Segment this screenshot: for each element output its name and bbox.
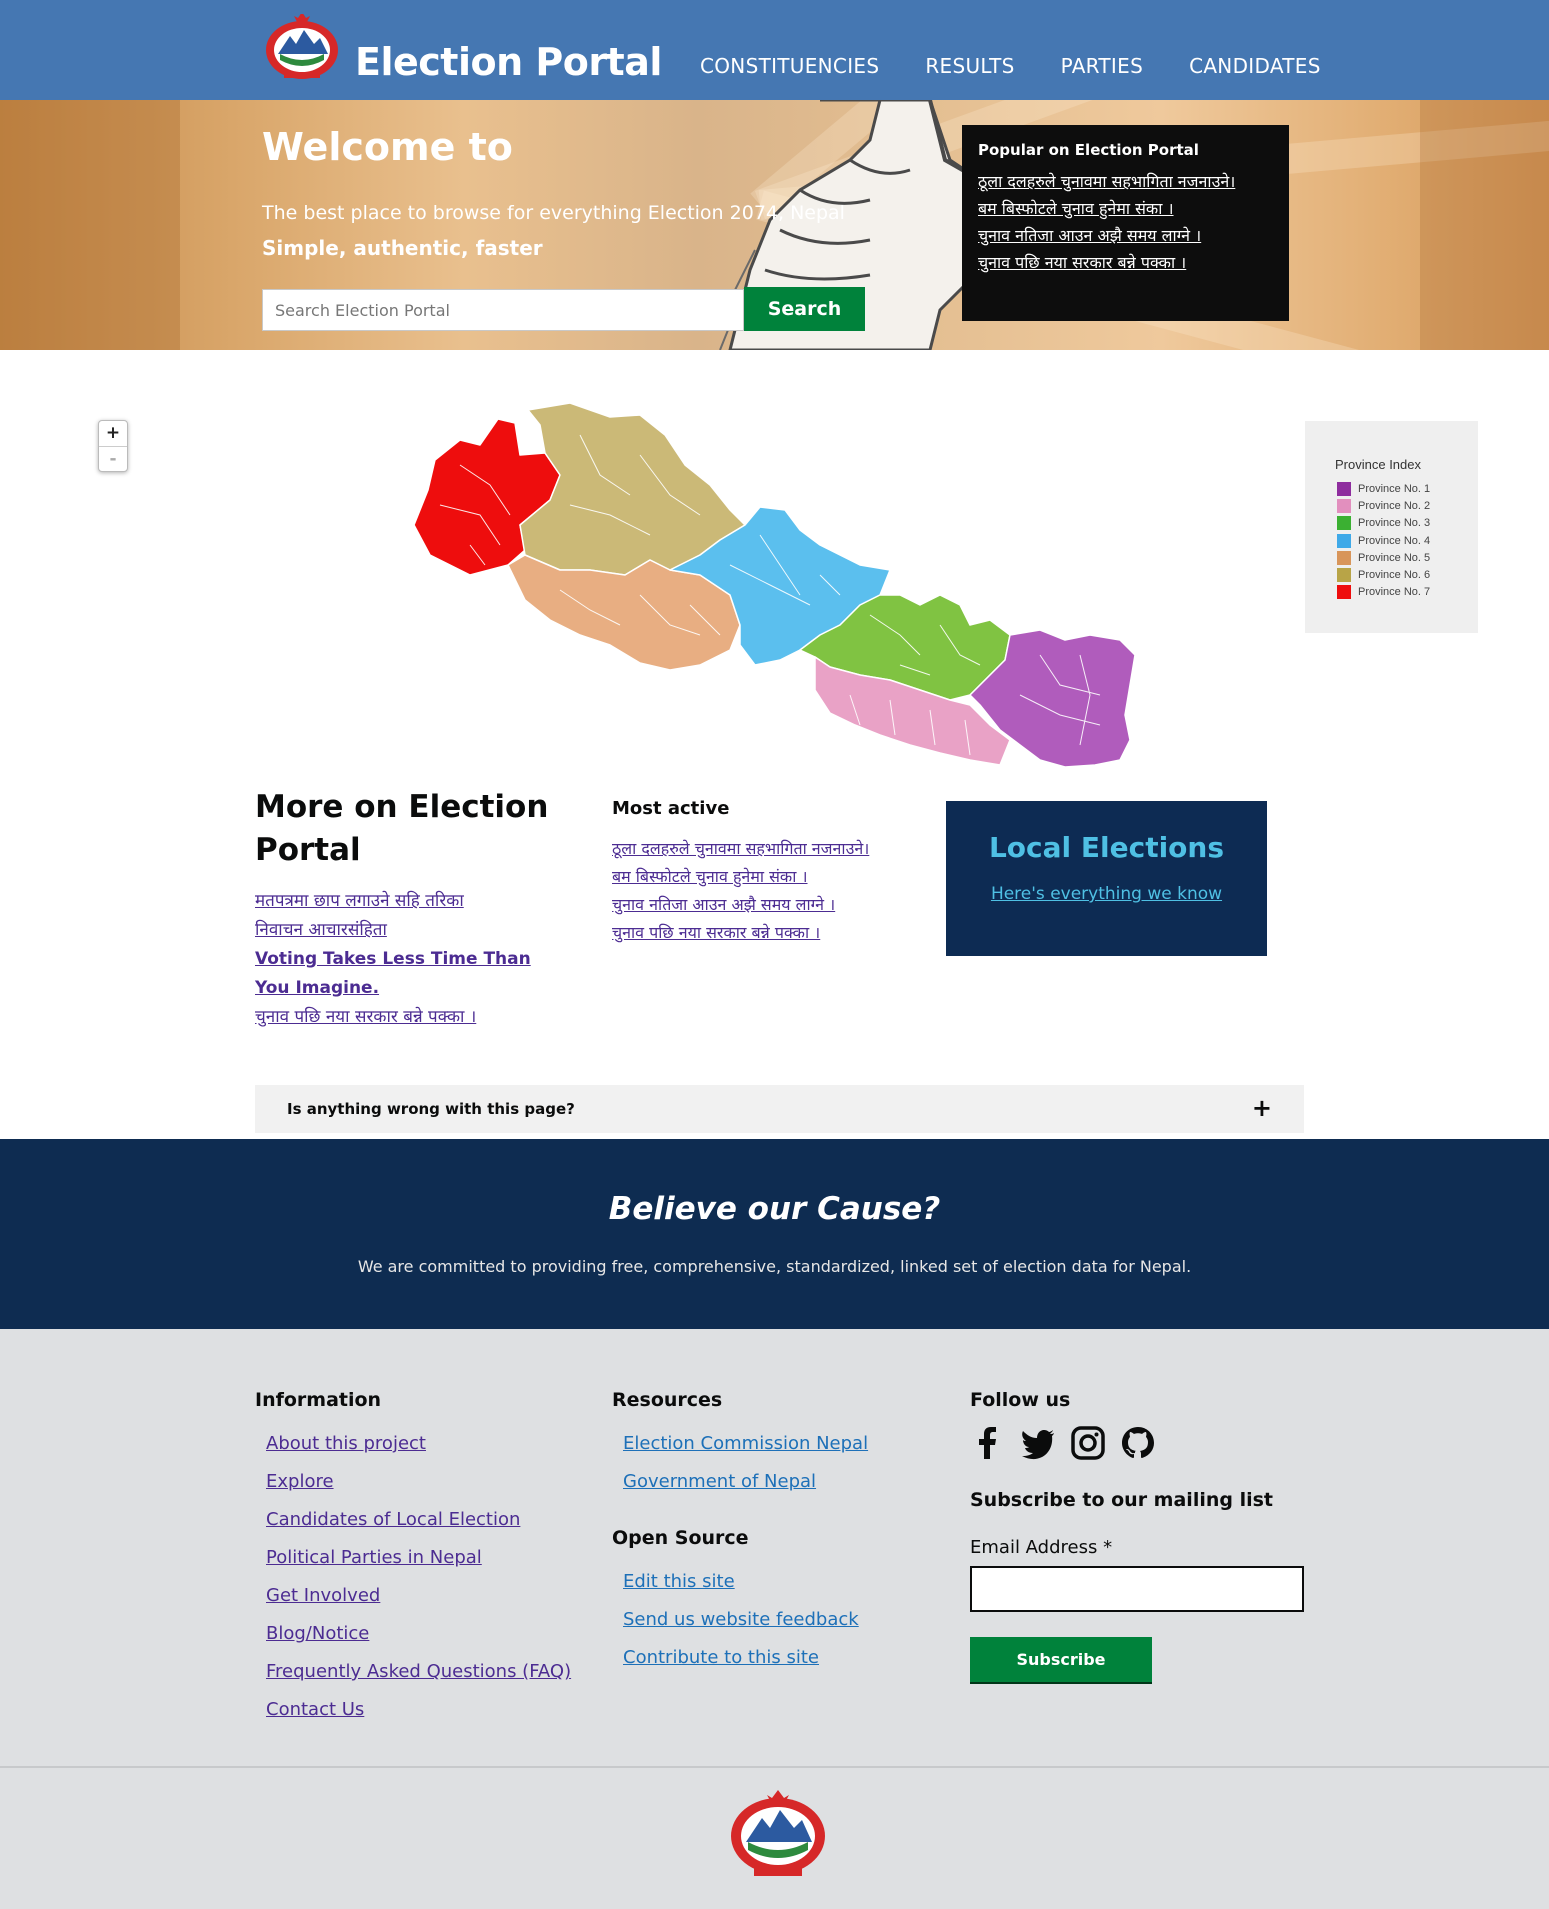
footer-link-blog[interactable]: Blog/Notice — [266, 1615, 571, 1653]
nepal-emblem-logo[interactable] — [262, 14, 342, 82]
legend-item: Province No. 2 — [1337, 497, 1478, 514]
footer-link-get-involved[interactable]: Get Involved — [266, 1577, 571, 1615]
legend-swatch — [1337, 533, 1351, 548]
most-active-link[interactable]: ठूला दलहरुले चुनावमा सहभागिता नजनाउने। — [612, 835, 922, 863]
legend-item: Province No. 3 — [1337, 515, 1478, 532]
legend-item: Province No. 4 — [1337, 532, 1478, 549]
search-button[interactable]: Search — [744, 287, 865, 331]
legend-swatch — [1337, 498, 1351, 513]
footer-resources-title: Resources — [612, 1389, 723, 1411]
more-title: More on Election Portal — [255, 789, 549, 868]
footer-link-candidates[interactable]: Candidates of Local Election — [266, 1501, 571, 1539]
twitter-icon[interactable] — [1020, 1425, 1056, 1461]
footer-link-faq[interactable]: Frequently Asked Questions (FAQ) — [266, 1653, 571, 1691]
legend-label: Province No. 7 — [1358, 586, 1431, 599]
province-legend: Province Index Province No. 1 Province N… — [1305, 421, 1478, 633]
legend-label: Province No. 3 — [1358, 517, 1431, 530]
site-header: Election Portal CONSTITUENCIES RESULTS P… — [0, 0, 1549, 100]
footer-link-parties[interactable]: Political Parties in Nepal — [266, 1539, 571, 1577]
legend-swatch — [1337, 568, 1351, 583]
legend-label: Province No. 1 — [1358, 482, 1431, 495]
email-field[interactable] — [970, 1566, 1304, 1612]
legend-label: Province No. 5 — [1358, 551, 1431, 564]
most-active-link[interactable]: बम बिस्फोटले चुनाव हुनेमा संका । — [612, 863, 922, 891]
popular-link[interactable]: चुनाव नतिजा आउन अझै समय लाग्ने । — [978, 222, 1273, 249]
footer-link-feedback[interactable]: Send us website feedback — [623, 1601, 868, 1639]
footer-information: Information About this project Explore C… — [255, 1389, 571, 1729]
page-feedback-bar[interactable]: Is anything wrong with this page? + — [255, 1085, 1304, 1133]
footer-link-explore[interactable]: Explore — [266, 1463, 571, 1501]
footer-link-government[interactable]: Government of Nepal — [623, 1463, 868, 1501]
nav-results[interactable]: RESULTS — [925, 54, 1014, 78]
local-elections-card: Local Elections Here's everything we kno… — [946, 801, 1267, 956]
most-active-link[interactable]: चुनाव पछि नया सरकार बन्ने पक्का । — [612, 919, 922, 947]
popular-link[interactable]: ठूला दलहरुले चुनावमा सहभागिता नजनाउने। — [978, 168, 1273, 195]
main-nav: CONSTITUENCIES RESULTS PARTIES CANDIDATE… — [700, 54, 1367, 78]
instagram-icon[interactable] — [1070, 1425, 1106, 1461]
footer-link-election-commission[interactable]: Election Commission Nepal — [623, 1425, 868, 1463]
footer-link-edit-site[interactable]: Edit this site — [623, 1563, 868, 1601]
legend-item: Province No. 1 — [1337, 480, 1478, 497]
hero-tagline: Simple, authentic, faster — [262, 236, 543, 260]
popular-box: Popular on Election Portal ठूला दलहरुले … — [962, 125, 1289, 321]
nav-candidates[interactable]: CANDIDATES — [1189, 54, 1321, 78]
subscribe-button[interactable]: Subscribe — [970, 1637, 1152, 1682]
legend-label: Province No. 6 — [1358, 569, 1431, 582]
more-link[interactable]: Voting Takes Less Time Than You Imagine. — [255, 945, 555, 1003]
legend-swatch — [1337, 585, 1351, 600]
most-active-links: ठूला दलहरुले चुनावमा सहभागिता नजनाउने। ब… — [612, 835, 922, 947]
more-links: मतपत्रमा छाप लगाउने सहि तरिका निवाचन आचा… — [255, 887, 555, 1032]
legend-swatch — [1337, 550, 1351, 565]
footer-follow-title: Follow us — [970, 1389, 1071, 1411]
cause-title: Believe our Cause? — [608, 1191, 941, 1227]
feedback-label: Is anything wrong with this page? — [287, 1100, 575, 1118]
footer-divider — [0, 1766, 1549, 1768]
footer-link-contact[interactable]: Contact Us — [266, 1691, 571, 1729]
legend-item: Province No. 6 — [1337, 566, 1478, 583]
zoom-out-button[interactable]: - — [99, 446, 127, 471]
footer-resources: Resources Election Commission Nepal Gove… — [612, 1389, 868, 1677]
zoom-in-button[interactable]: + — [99, 421, 127, 446]
local-elections-title: Local Elections — [988, 831, 1225, 864]
footer-open-source-title: Open Source — [612, 1527, 749, 1549]
legend-swatch — [1337, 481, 1351, 496]
social-icons — [970, 1425, 1304, 1461]
popular-link[interactable]: बम बिस्फोटले चुनाव हुनेमा संका । — [978, 195, 1273, 222]
more-link[interactable]: मतपत्रमा छाप लगाउने सहि तरिका — [255, 887, 555, 916]
cause-banner: Believe our Cause? We are committed to p… — [0, 1139, 1549, 1329]
expand-plus-icon[interactable]: + — [1252, 1094, 1272, 1122]
hero-subtitle: The best place to browse for everything … — [262, 202, 845, 224]
footer-link-contribute[interactable]: Contribute to this site — [623, 1639, 868, 1677]
facebook-icon[interactable] — [970, 1425, 1006, 1461]
nepal-province-map[interactable] — [400, 395, 1180, 795]
more-link[interactable]: निवाचन आचारसंहिता — [255, 916, 555, 945]
nav-parties[interactable]: PARTIES — [1061, 54, 1143, 78]
map-zoom-control: + - — [98, 420, 128, 472]
hero-title: Welcome to — [262, 125, 513, 169]
nav-constituencies[interactable]: CONSTITUENCIES — [700, 54, 879, 78]
nepal-emblem-footer — [731, 1790, 825, 1876]
site-title[interactable]: Election Portal — [355, 40, 662, 84]
legend-title: Province Index — [1335, 457, 1421, 472]
mailing-list-title: Subscribe to our mailing list — [970, 1489, 1273, 1511]
most-active-title: Most active — [612, 798, 730, 819]
legend-item: Province No. 5 — [1337, 549, 1478, 566]
popular-title: Popular on Election Portal — [978, 141, 1199, 159]
legend-label: Province No. 2 — [1358, 499, 1431, 512]
legend-swatch — [1337, 516, 1351, 531]
github-icon[interactable] — [1120, 1425, 1156, 1461]
legend-label: Province No. 4 — [1358, 534, 1431, 547]
footer-follow: Follow us Subscribe to our mailing list … — [970, 1389, 1304, 1682]
local-elections-link[interactable]: Here's everything we know — [991, 884, 1222, 904]
legend-item: Province No. 7 — [1337, 584, 1478, 601]
most-active-link[interactable]: चुनाव नतिजा आउन अझै समय लाग्ने । — [612, 891, 922, 919]
popular-link[interactable]: चुनाव पछि नया सरकार बन्ने पक्का । — [978, 249, 1273, 276]
footer-information-title: Information — [255, 1389, 382, 1411]
cause-text: We are committed to providing free, comp… — [357, 1257, 1192, 1276]
more-link[interactable]: चुनाव पछि नया सरकार बन्ने पक्का । — [255, 1003, 555, 1032]
footer-link-about[interactable]: About this project — [266, 1425, 571, 1463]
search-input[interactable] — [262, 289, 744, 331]
email-label: Email Address * — [970, 1537, 1113, 1558]
